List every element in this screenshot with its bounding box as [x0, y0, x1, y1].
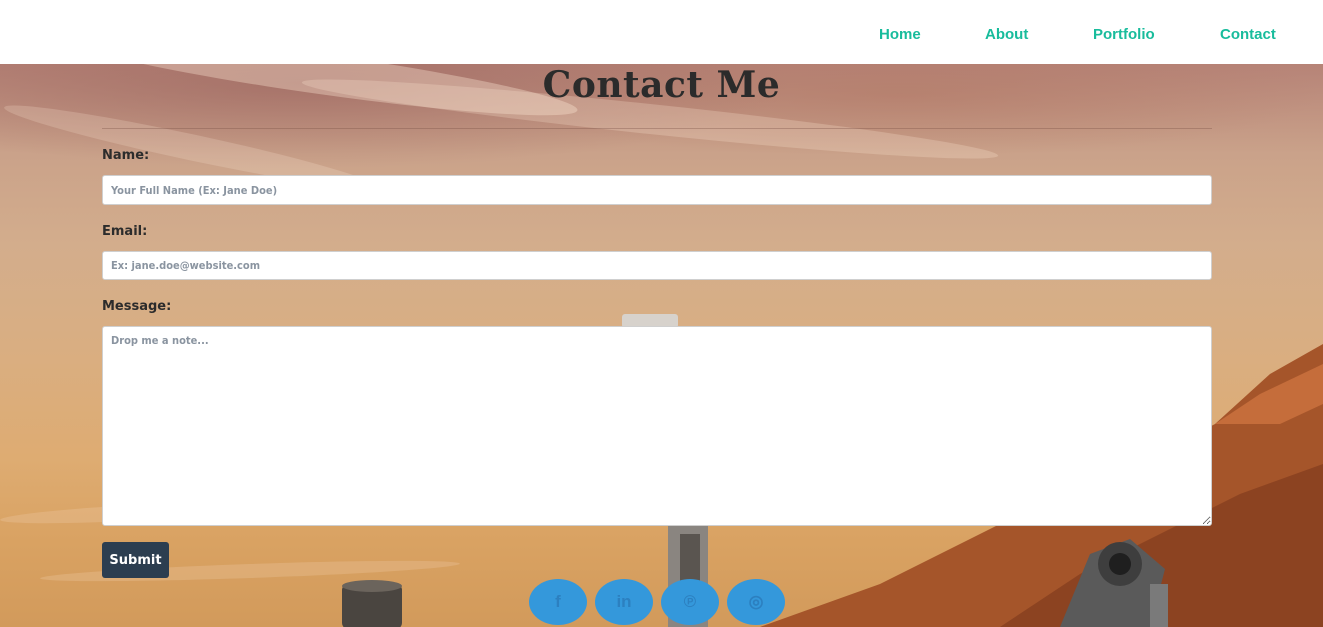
title-divider [102, 128, 1212, 129]
name-input[interactable] [102, 175, 1212, 205]
message-textarea[interactable] [102, 326, 1212, 526]
name-label: Name: [102, 148, 150, 163]
submit-button[interactable]: Submit [102, 542, 169, 578]
message-label: Message: [102, 299, 172, 314]
page-title: Contact Me [542, 64, 781, 106]
nav-contact[interactable]: Contact [1220, 26, 1276, 43]
nav-about[interactable]: About [985, 26, 1028, 43]
facebook-icon[interactable]: f [529, 579, 587, 625]
email-input[interactable] [102, 251, 1212, 280]
linkedin-icon[interactable]: in [595, 579, 653, 625]
nav-portfolio[interactable]: Portfolio [1093, 26, 1155, 43]
email-label: Email: [102, 224, 148, 239]
github-icon[interactable]: ◎ [727, 579, 785, 625]
navbar: Home About Portfolio Contact [0, 0, 1323, 64]
pinterest-icon[interactable]: ℗ [661, 579, 719, 625]
nav-home[interactable]: Home [879, 26, 921, 43]
